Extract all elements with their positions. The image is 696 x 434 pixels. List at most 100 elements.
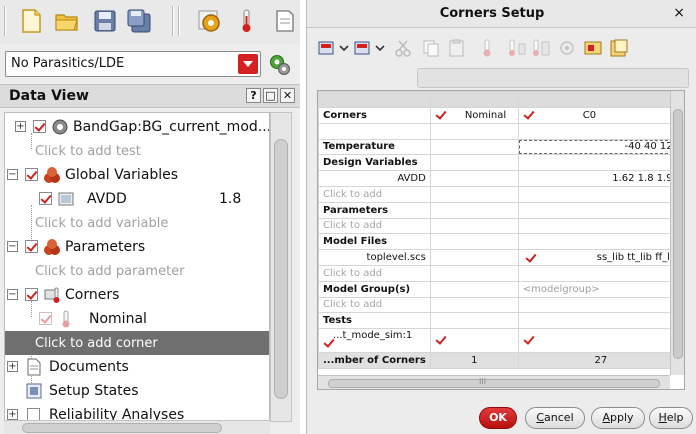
parasitics-select[interactable]: No Parasitics/LDE: [5, 51, 261, 77]
ok-button[interactable]: OK: [479, 407, 517, 429]
add-parameter-row[interactable]: Click to add: [318, 217, 684, 235]
help-button[interactable]: ?: [246, 88, 261, 103]
scrollbar-thumb[interactable]: III: [328, 377, 660, 388]
float-button[interactable]: □: [263, 88, 278, 103]
scrollbar-thumb[interactable]: [673, 109, 683, 359]
add-corner-row[interactable]: Click to add corner: [5, 331, 269, 355]
chevron-down-icon[interactable]: [339, 38, 349, 58]
tree-item-parameters[interactable]: − Parameters: [5, 235, 269, 259]
add-test-row[interactable]: Click to add test: [5, 139, 269, 163]
temperature-sweep-icon[interactable]: [507, 38, 527, 58]
gear-icon[interactable]: [196, 8, 222, 34]
add-parameter-hint[interactable]: Click to add: [318, 217, 431, 235]
add-parameter-row[interactable]: Click to add parameter: [5, 259, 269, 283]
cut-icon[interactable]: [393, 38, 413, 58]
save-icon[interactable]: [92, 8, 118, 34]
add-model-group-hint[interactable]: Click to add: [318, 296, 431, 314]
c0-model-checkbox[interactable]: [525, 253, 537, 263]
c0-test-checkbox[interactable]: [523, 335, 535, 345]
add-variable-row[interactable]: Click to add: [318, 185, 684, 203]
tree-item-corners[interactable]: − Corners: [5, 283, 269, 307]
nominal-enable-checkbox[interactable]: [435, 110, 447, 120]
toolbar-separator: [178, 6, 180, 36]
expand-icon[interactable]: +: [7, 361, 18, 372]
grid-horizontal-scrollbar[interactable]: III: [318, 375, 670, 389]
apply-label: pply: [610, 411, 634, 424]
nominal-name: Nominal: [464, 109, 507, 121]
grid-vertical-scrollbar[interactable]: [670, 91, 684, 375]
tree-item-test[interactable]: + BandGap:BG_current_mod...: [5, 115, 269, 139]
cell: [429, 154, 519, 172]
nominal-temperature-cell[interactable]: [429, 138, 519, 156]
test-enable-checkbox[interactable]: [33, 120, 46, 133]
left-panel: No Parasitics/LDE Data View ? □ ✕ + Band…: [0, 0, 300, 434]
tree-item-global-variables[interactable]: − Global Variables: [5, 163, 269, 187]
thermometer-icon[interactable]: [234, 8, 260, 34]
add-corner-icon[interactable]: [317, 38, 337, 58]
cancel-button[interactable]: Cancel: [525, 407, 585, 429]
close-icon[interactable]: ×: [673, 5, 685, 21]
add-model-group-row[interactable]: Click to add: [318, 296, 684, 314]
tests-label: Tests: [318, 312, 431, 330]
temperature-row: Temperature -40 40 125: [318, 138, 684, 156]
c0-test-cell[interactable]: [517, 328, 684, 354]
help-button[interactable]: Help: [649, 407, 693, 429]
apply-button[interactable]: Apply: [591, 407, 645, 429]
avdd-value[interactable]: 1.8: [219, 191, 241, 207]
open-folder-icon[interactable]: [54, 8, 80, 34]
add-model-hint[interactable]: Click to add: [318, 264, 431, 282]
import-corner-icon[interactable]: [353, 38, 373, 58]
cell: [517, 217, 684, 235]
tree-vertical-scrollbar[interactable]: [270, 112, 292, 422]
nominal-checkbox[interactable]: [39, 312, 52, 325]
c0-model-cell[interactable]: ss_lib tt_lib ff_lib: [517, 249, 684, 266]
nominal-column-header[interactable]: Nominal: [429, 107, 519, 124]
tree-item-avdd[interactable]: AVDD 1.8: [5, 187, 269, 211]
document-icon[interactable]: [272, 8, 298, 34]
group-icon[interactable]: [583, 38, 603, 58]
add-variable-hint[interactable]: Click to add: [318, 185, 431, 203]
nominal-label: Nominal: [89, 311, 147, 327]
tree-item-documents[interactable]: + Documents: [5, 355, 269, 379]
save-as-icon[interactable]: [126, 8, 152, 34]
parameters-checkbox[interactable]: [25, 240, 38, 253]
variable-sweep-icon[interactable]: [531, 38, 551, 58]
global-variables-checkbox[interactable]: [25, 168, 38, 181]
c0-enable-checkbox[interactable]: [523, 110, 535, 120]
model-file-icon[interactable]: [557, 38, 577, 58]
thermometer-icon[interactable]: [477, 38, 497, 58]
tree-item-nominal[interactable]: Nominal: [5, 307, 269, 331]
nominal-test-cell[interactable]: [429, 328, 519, 354]
chevron-down-icon[interactable]: [375, 38, 385, 58]
c0-model-group-cell[interactable]: <modelgroup>: [517, 280, 684, 298]
collapse-icon[interactable]: −: [7, 241, 18, 252]
nominal-model-cell[interactable]: [429, 249, 519, 266]
parameters-row: Parameters: [318, 201, 684, 219]
scrollbar-thumb[interactable]: [274, 139, 288, 399]
expand-icon[interactable]: +: [15, 121, 26, 132]
c0-avdd-cell[interactable]: 1.62 1.8 1.98: [517, 170, 684, 187]
copy-icon[interactable]: [421, 38, 441, 58]
avdd-checkbox[interactable]: [39, 192, 52, 205]
collapse-icon[interactable]: −: [7, 289, 18, 300]
add-variable-row[interactable]: Click to add variable: [5, 211, 269, 235]
tree-horizontal-scrollbar[interactable]: [4, 420, 270, 434]
c0-column-header[interactable]: C0: [517, 107, 684, 124]
corner-filter-field[interactable]: [417, 68, 689, 88]
c0-temperature-cell[interactable]: -40 40 125: [517, 138, 684, 156]
close-button[interactable]: ✕: [280, 88, 295, 103]
expand-icon[interactable]: +: [7, 409, 18, 420]
table-header-row: [318, 91, 684, 108]
nominal-test-checkbox[interactable]: [435, 335, 447, 345]
chevron-down-icon[interactable]: [238, 54, 258, 74]
nominal-avdd-cell[interactable]: [429, 170, 519, 187]
scrollbar-thumb[interactable]: [22, 423, 222, 433]
export-icon[interactable]: [609, 38, 629, 58]
tree-item-setup-states[interactable]: Setup States: [5, 379, 269, 403]
parasitics-settings-icon[interactable]: [268, 53, 292, 77]
add-model-row[interactable]: Click to add: [318, 264, 684, 282]
collapse-icon[interactable]: −: [7, 169, 18, 180]
paste-icon[interactable]: [447, 38, 467, 58]
new-file-icon[interactable]: [18, 8, 44, 34]
corners-checkbox[interactable]: [25, 288, 38, 301]
